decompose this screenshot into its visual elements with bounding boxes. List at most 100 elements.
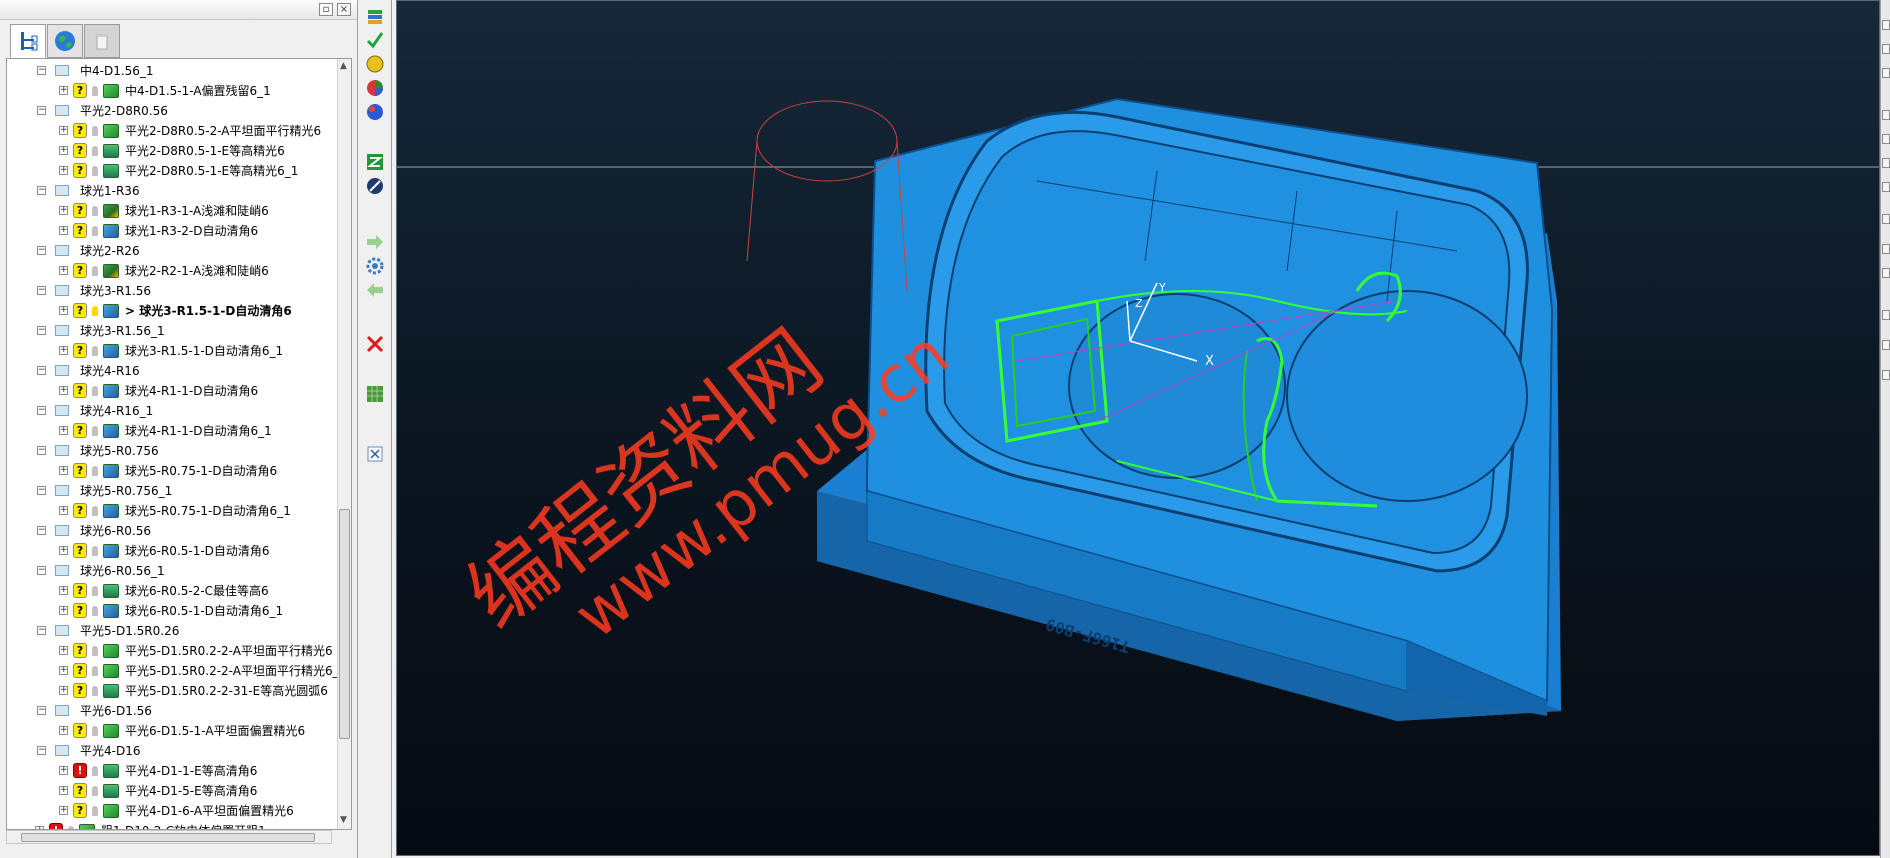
- prev-button[interactable]: [365, 280, 385, 300]
- expand-icon[interactable]: +: [59, 306, 68, 315]
- lightbulb-icon[interactable]: [92, 666, 98, 676]
- expand-icon[interactable]: +: [59, 606, 68, 615]
- restore-icon[interactable]: ▫: [319, 3, 333, 16]
- expand-icon[interactable]: +: [59, 666, 68, 675]
- zoom-fit-button[interactable]: [365, 152, 385, 172]
- grid-button[interactable]: [365, 384, 385, 404]
- tree-toolpath-row[interactable]: +? 平光5-D1.5R0.2-2-A平坦面平行精光6: [7, 641, 337, 661]
- lightbulb-icon[interactable]: [92, 466, 98, 476]
- tab-trash[interactable]: [84, 24, 120, 58]
- tree-toolpath-row[interactable]: +? 球光4-R1-1-D自动清角6: [7, 381, 337, 401]
- tree-toolpath-row[interactable]: +? 平光5-D1.5R0.2-2-A平坦面平行精光6_1: [7, 661, 346, 681]
- right-tool-8[interactable]: [1882, 214, 1890, 224]
- tree-toolpath-row[interactable]: +? 球光3-R1.5-1-D自动清角6_1: [7, 341, 337, 361]
- lightbulb-icon[interactable]: [92, 726, 98, 736]
- tree-vertical-scrollbar[interactable]: ▲ ▼: [337, 59, 351, 829]
- tree-folder-row[interactable]: − 球光4-R16_1: [7, 401, 337, 421]
- tree-folder-row[interactable]: − 平光2-D8R0.56: [7, 101, 337, 121]
- expand-icon[interactable]: +: [59, 166, 68, 175]
- link-button[interactable]: [365, 176, 385, 196]
- right-tool-13[interactable]: [1882, 370, 1890, 380]
- tree-toolpath-row[interactable]: +? 球光6-R0.5-2-C最佳等高6: [7, 581, 337, 601]
- collapse-icon[interactable]: −: [37, 286, 46, 295]
- tree-toolpath-row[interactable]: +! 平光4-D1-1-E等高清角6: [7, 761, 337, 781]
- collapse-icon[interactable]: −: [37, 746, 46, 755]
- expand-icon[interactable]: +: [59, 206, 68, 215]
- close-icon[interactable]: ×: [337, 3, 351, 16]
- right-tool-11[interactable]: [1882, 310, 1890, 320]
- collapse-icon[interactable]: −: [37, 366, 46, 375]
- collapse-icon[interactable]: −: [37, 186, 46, 195]
- tree-toolpath-row[interactable]: +? 球光5-R0.75-1-D自动清角6_1: [7, 501, 337, 521]
- expand-icon[interactable]: +: [59, 646, 68, 655]
- expand-icon[interactable]: +: [59, 726, 68, 735]
- tree-toolpath-row[interactable]: +? 平光4-D1-5-E等高清角6: [7, 781, 337, 801]
- lightbulb-icon[interactable]: [92, 606, 98, 616]
- lightbulb-icon[interactable]: [92, 806, 98, 816]
- tree-toolpath-row[interactable]: +? 平光2-D8R0.5-1-E等高精光6: [7, 141, 337, 161]
- tree-toolpath-row[interactable]: +? 球光4-R1-1-D自动清角6_1: [7, 421, 337, 441]
- lightbulb-icon[interactable]: [92, 766, 98, 776]
- expand-icon[interactable]: +: [59, 806, 68, 815]
- lightbulb-icon[interactable]: [92, 386, 98, 396]
- tree-toolpath-row[interactable]: +? > 球光3-R1.5-1-D自动清角6: [7, 301, 337, 321]
- right-tool-9[interactable]: [1882, 244, 1890, 254]
- tree-toolpath-row[interactable]: +? 球光1-R3-2-D自动清角6: [7, 221, 337, 241]
- lightbulb-icon[interactable]: [92, 266, 98, 276]
- collapse-icon[interactable]: −: [37, 526, 46, 535]
- tree-toolpath-row[interactable]: +? 球光2-R2-1-A浅滩和陡峭6: [7, 261, 337, 281]
- collapse-icon[interactable]: −: [37, 106, 46, 115]
- expand-icon[interactable]: +: [59, 786, 68, 795]
- expand-icon[interactable]: +: [59, 686, 68, 695]
- tree-horizontal-scrollbar[interactable]: [6, 830, 332, 844]
- toolpath-calc-button[interactable]: [365, 6, 385, 26]
- tree-folder-row[interactable]: − 平光6-D1.56: [7, 701, 337, 721]
- color-button[interactable]: [365, 78, 385, 98]
- lightbulb-icon[interactable]: [92, 306, 98, 316]
- lightbulb-icon[interactable]: [92, 426, 98, 436]
- settings-button[interactable]: [365, 256, 385, 276]
- expand-icon[interactable]: +: [59, 426, 68, 435]
- tree-toolpath-row[interactable]: +? 平光5-D1.5R0.2-2-31-E等高光圆弧6: [7, 681, 337, 701]
- 3d-viewport[interactable]: X Y Z T166F-B09 编程资料网 www.pmug.cn: [396, 0, 1880, 856]
- verify-button[interactable]: [365, 30, 385, 50]
- next-button[interactable]: [365, 232, 385, 252]
- right-tool-4[interactable]: [1882, 110, 1890, 120]
- collapse-icon[interactable]: −: [37, 406, 46, 415]
- right-tool-10[interactable]: [1882, 268, 1890, 278]
- tree-folder-row[interactable]: − 球光4-R16: [7, 361, 337, 381]
- tree-folder-row[interactable]: − 球光3-R1.56: [7, 281, 337, 301]
- tree-folder-row[interactable]: − 平光4-D16: [7, 741, 337, 761]
- lightbulb-icon[interactable]: [92, 346, 98, 356]
- collapse-icon[interactable]: −: [37, 66, 46, 75]
- collapse-icon[interactable]: −: [37, 626, 46, 635]
- scroll-thumb[interactable]: [339, 509, 350, 739]
- tab-globe[interactable]: [47, 24, 83, 58]
- expand-icon[interactable]: +: [59, 226, 68, 235]
- lightbulb-icon[interactable]: [92, 546, 98, 556]
- lightbulb-icon[interactable]: [92, 586, 98, 596]
- tree-toolpath-row[interactable]: +? 平光2-D8R0.5-1-E等高精光6_1: [7, 161, 337, 181]
- display-button[interactable]: [365, 102, 385, 122]
- tree-toolpath-row[interactable]: +? 中4-D1.5-1-A偏置残留6_1: [7, 81, 337, 101]
- tree-toolpath-row[interactable]: +? 球光6-R0.5-1-D自动清角6: [7, 541, 337, 561]
- tree-toolpath-row[interactable]: +? 球光1-R3-1-A浅滩和陡峭6: [7, 201, 337, 221]
- tree-toolpath-row[interactable]: +? 平光6-D1.5-1-A平坦面偏置精光6: [7, 721, 337, 741]
- collapse-icon[interactable]: −: [37, 486, 46, 495]
- expand-icon[interactable]: +: [59, 86, 68, 95]
- right-tool-7[interactable]: [1882, 182, 1890, 192]
- tree-folder-row[interactable]: − 球光5-R0.756: [7, 441, 337, 461]
- h-scroll-thumb[interactable]: [21, 833, 315, 842]
- lightbulb-icon[interactable]: [92, 226, 98, 236]
- expand-icon[interactable]: +: [59, 466, 68, 475]
- expand-icon[interactable]: +: [59, 766, 68, 775]
- lightbulb-icon[interactable]: [92, 786, 98, 796]
- tree-folder-row[interactable]: − 球光1-R36: [7, 181, 337, 201]
- tree-folder-row[interactable]: − 球光6-R0.56: [7, 521, 337, 541]
- tree-folder-row[interactable]: − 球光3-R1.56_1: [7, 321, 337, 341]
- right-tool-2[interactable]: [1882, 44, 1890, 54]
- tree-toolpath-row[interactable]: +? 球光6-R0.5-1-D自动清角6_1: [7, 601, 337, 621]
- tree-toolpath-row[interactable]: +? 平光2-D8R0.5-2-A平坦面平行精光6: [7, 121, 337, 141]
- tree-toolpath-row[interactable]: +? 平光4-D1-6-A平坦面偏置精光6: [7, 801, 337, 821]
- tree-toolpath-row[interactable]: +!粗1-D10-2-C放电体偏置开粗1: [7, 821, 337, 829]
